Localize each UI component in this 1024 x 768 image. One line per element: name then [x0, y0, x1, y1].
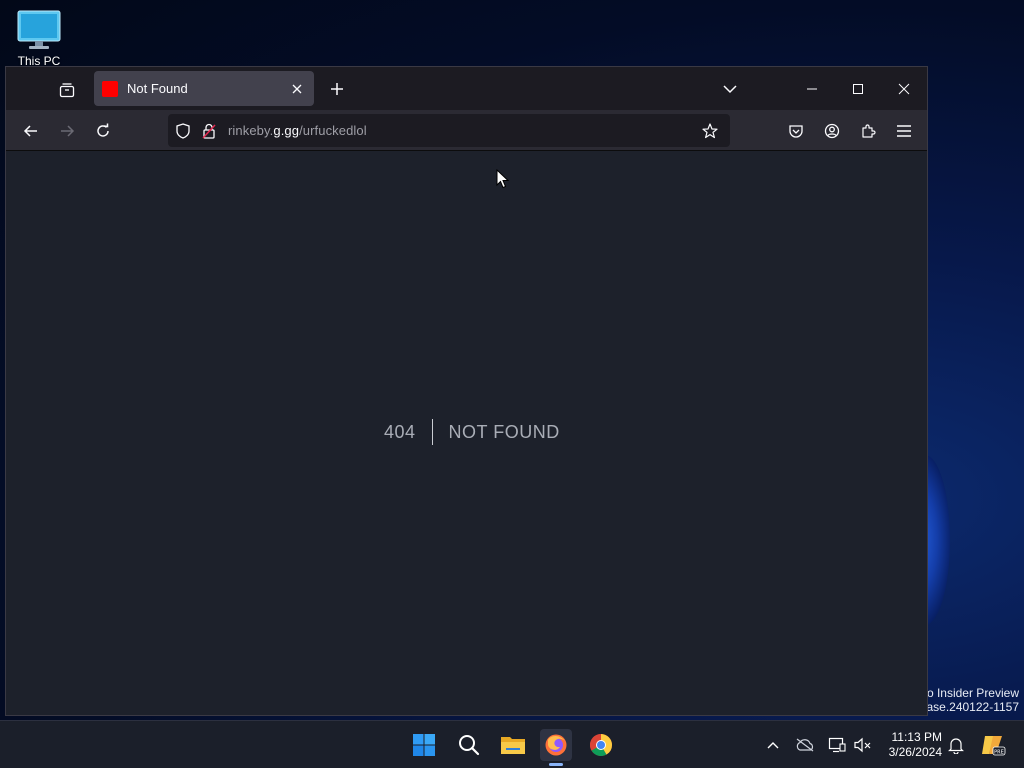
copilot-button[interactable]: PRE: [980, 732, 1006, 758]
error-text: NOT FOUND: [448, 421, 560, 442]
plus-icon: [331, 83, 343, 95]
bookmark-star-button[interactable]: [698, 122, 722, 139]
pocket-icon: [789, 125, 803, 138]
watermark-line-1: ro Insider Preview: [922, 686, 1019, 700]
maximize-icon: [853, 83, 863, 94]
close-icon: [898, 83, 910, 94]
firefox-view-icon: [59, 83, 75, 98]
url-text[interactable]: rinkeby.g.gg/urfuckedlol: [228, 123, 698, 138]
minimize-icon: [807, 88, 817, 89]
tab-title: Not Found: [127, 81, 188, 96]
star-icon: [702, 122, 718, 138]
chevron-up-icon: [767, 742, 779, 749]
windows-build-watermark: ro Insider Preview ease.240122-1157: [920, 686, 1019, 714]
minimize-button[interactable]: [789, 67, 835, 110]
firefox-taskbar-button[interactable]: [540, 729, 572, 761]
arrow-left-icon: [23, 125, 37, 137]
firefox-view-button[interactable]: [54, 77, 80, 103]
shield-icon: [176, 122, 190, 139]
copilot-pre-icon: PRE: [982, 736, 1006, 756]
back-button[interactable]: [17, 117, 45, 145]
firefox-icon: [545, 734, 567, 756]
show-hidden-icons-button[interactable]: [763, 735, 783, 755]
url-host: g.gg: [273, 123, 300, 138]
extensions-button[interactable]: [854, 117, 882, 145]
svg-text:PRE: PRE: [994, 749, 1004, 755]
site-security-button[interactable]: [200, 123, 218, 139]
start-button[interactable]: [408, 729, 440, 761]
network-icon: [828, 737, 846, 753]
new-tab-button[interactable]: [325, 77, 349, 101]
error-code: 404: [384, 421, 416, 442]
search-button[interactable]: [453, 729, 485, 761]
tracking-protection-button[interactable]: [174, 122, 192, 139]
tab-not-found[interactable]: Not Found: [94, 71, 314, 106]
search-icon: [459, 735, 480, 756]
close-window-button[interactable]: [881, 67, 927, 110]
firefox-window: Not Found rinkeby.g.gg/urfuckedlol 404 N…: [5, 66, 928, 716]
watermark-line-2: ease.240122-1157: [919, 700, 1019, 714]
bell-icon: [948, 738, 964, 754]
taskbar: 11:13 PM 3/26/2024 PRE: [0, 720, 1024, 768]
mouse-cursor-icon: [496, 169, 510, 189]
monitor-icon: [17, 10, 61, 49]
list-all-tabs-button[interactable]: [718, 77, 742, 101]
chevron-down-icon: [723, 85, 737, 94]
url-subdomain: rinkeby.: [228, 123, 274, 138]
url-path: /urfuckedlol: [299, 123, 367, 138]
app-menu-button[interactable]: [890, 117, 918, 145]
notifications-button[interactable]: [946, 735, 966, 755]
system-clock[interactable]: 11:13 PM 3/26/2024: [880, 730, 942, 760]
clock-time: 11:13 PM: [891, 730, 942, 744]
volume-tray-button[interactable]: [853, 735, 873, 755]
windows-logo-icon: [413, 734, 435, 756]
desktop-icon-this-pc[interactable]: This PC: [10, 8, 68, 66]
hamburger-menu-icon: [897, 125, 911, 137]
pocket-button[interactable]: [782, 117, 810, 145]
navigation-toolbar: rinkeby.g.gg/urfuckedlol: [6, 110, 927, 151]
tab-strip: Not Found: [6, 67, 927, 110]
insecure-lock-icon: [202, 123, 216, 139]
onedrive-tray-button[interactable]: [795, 735, 815, 755]
cloud-offline-icon: [796, 738, 814, 752]
puzzle-icon: [862, 124, 876, 138]
close-icon: [292, 84, 302, 93]
file-explorer-icon: [501, 737, 525, 754]
address-bar[interactable]: rinkeby.g.gg/urfuckedlol: [168, 114, 730, 147]
not-found-message: 404 NOT FOUND: [384, 419, 560, 445]
account-icon: [824, 123, 840, 139]
desktop-icon-label: This PC: [17, 54, 61, 66]
reload-button[interactable]: [89, 117, 117, 145]
arrow-right-icon: [61, 125, 75, 137]
maximize-button[interactable]: [835, 67, 881, 110]
account-button[interactable]: [818, 117, 846, 145]
chrome-icon: [590, 734, 612, 756]
network-tray-button[interactable]: [827, 735, 847, 755]
clock-date: 3/26/2024: [888, 745, 942, 759]
active-app-indicator: [549, 763, 563, 766]
speaker-muted-icon: [854, 737, 871, 753]
tab-close-button[interactable]: [288, 80, 306, 98]
page-content: 404 NOT FOUND: [6, 151, 927, 715]
reload-icon: [97, 123, 109, 137]
forward-button[interactable]: [53, 117, 81, 145]
file-explorer-button[interactable]: [497, 729, 529, 761]
chrome-taskbar-button[interactable]: [585, 729, 617, 761]
site-favicon-icon: [102, 80, 118, 97]
